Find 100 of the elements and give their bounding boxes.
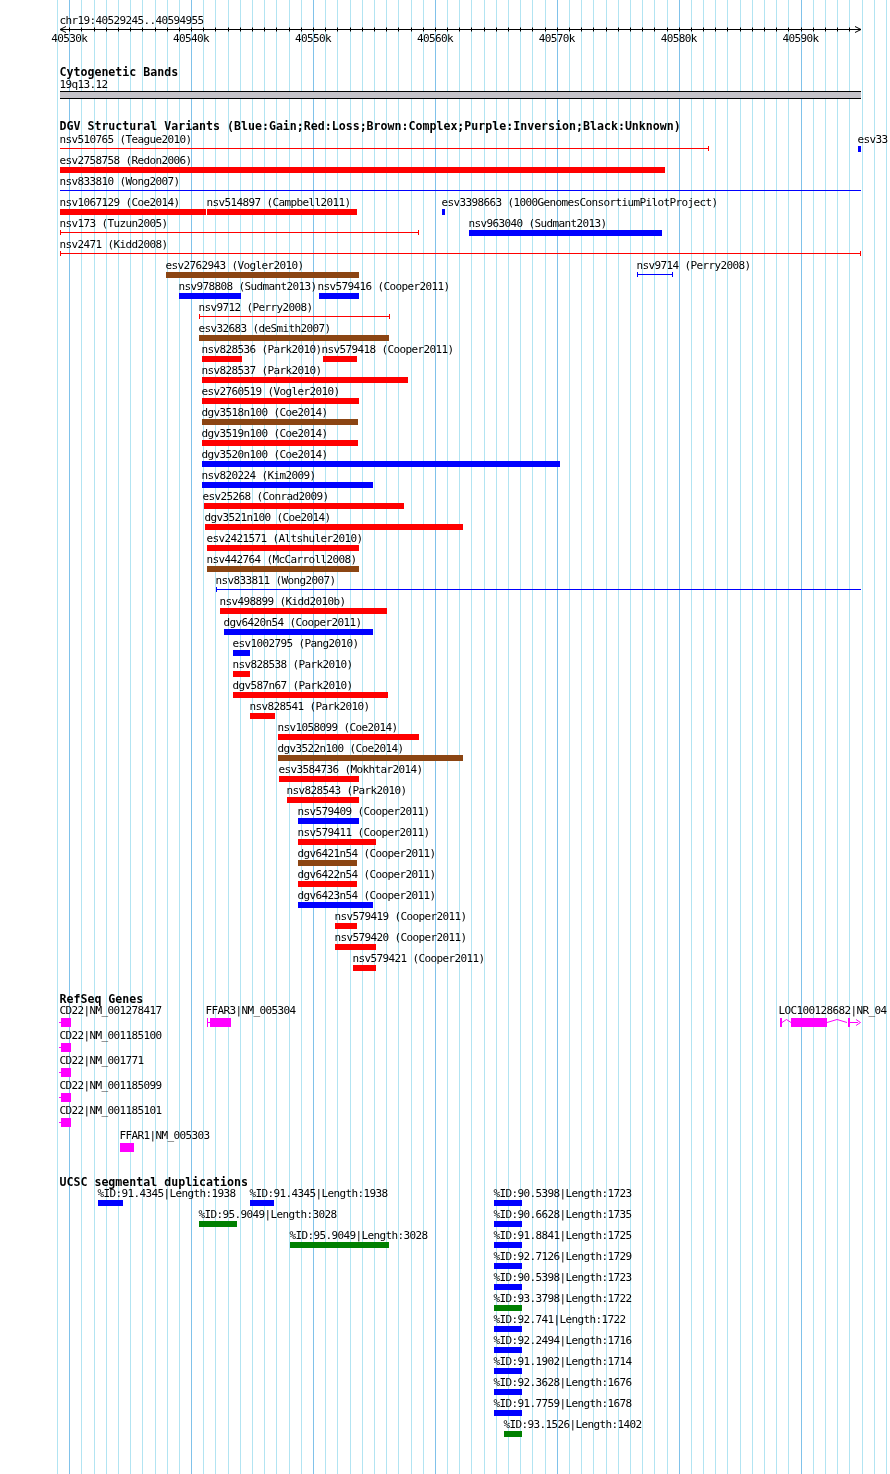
duplication-bar[interactable] — [494, 1284, 522, 1291]
variant-bar[interactable] — [353, 965, 376, 972]
variant-bar[interactable] — [233, 650, 250, 657]
duplication-label: %ID:90.5398|Length:1723 — [493, 1188, 632, 1201]
variant-bar[interactable] — [442, 209, 445, 216]
variant-bar[interactable] — [233, 671, 250, 678]
variant-bar[interactable] — [202, 419, 358, 426]
duplication-bar[interactable] — [494, 1200, 522, 1207]
variant-bar[interactable] — [335, 944, 376, 951]
variant-bar[interactable] — [202, 398, 359, 405]
variant-label: nsv833810 (Wong2007) — [59, 176, 180, 189]
variant-label: nsv963040 (Sudmant2013) — [468, 218, 607, 231]
duplication-bar[interactable] — [494, 1221, 522, 1228]
variant-label: dgv6423n54 (Cooper2011) — [297, 890, 436, 903]
duplication-bar[interactable] — [494, 1263, 522, 1270]
duplication-bar[interactable] — [494, 1242, 522, 1249]
chromosome-band[interactable] — [60, 91, 861, 99]
gene-model[interactable] — [59, 1018, 71, 1027]
ruler-tick-label: 40550k — [295, 32, 331, 45]
variant-bar[interactable] — [202, 440, 358, 447]
gene-label: CD22|NM_001278417 — [59, 1005, 162, 1018]
duplication-label: %ID:91.4345|Length:1938 — [249, 1188, 388, 1201]
variant-bar[interactable] — [233, 692, 388, 699]
variant-bar[interactable] — [166, 272, 359, 279]
position-label: chr19:40529245..40594955 — [59, 13, 204, 27]
variant-bar[interactable] — [298, 839, 376, 846]
variant-label: nsv828536 (Park2010) — [201, 344, 322, 357]
variant-bar[interactable] — [60, 167, 665, 174]
gene-label: LOC100128682|NR_04 — [778, 1005, 887, 1018]
variant-bar[interactable] — [298, 881, 357, 888]
variant-bar[interactable] — [204, 503, 404, 510]
gene-model[interactable] — [207, 1018, 231, 1027]
variant-label: dgv6422n54 (Cooper2011) — [297, 869, 436, 882]
variant-bar[interactable] — [250, 713, 275, 720]
variant-label: nsv579411 (Cooper2011) — [297, 827, 430, 840]
variant-label: nsv820224 (Kim2009) — [201, 470, 316, 483]
variant-bar[interactable] — [278, 755, 463, 762]
variant-bar[interactable] — [202, 356, 242, 363]
variant-label: esv33 — [857, 134, 888, 147]
duplication-bar[interactable] — [504, 1431, 522, 1438]
variant-bar[interactable] — [858, 146, 861, 153]
variant-label: dgv3522n100 (Coe2014) — [277, 743, 404, 756]
variant-bar[interactable] — [278, 734, 419, 741]
variant-bar[interactable] — [202, 377, 408, 384]
variant-label: nsv978808 (Sudmant2013) — [178, 281, 317, 294]
gene-label: CD22|NM_001185100 — [59, 1030, 162, 1043]
variant-label: nsv173 (Tuzun2005) — [59, 218, 168, 231]
variant-bar[interactable] — [202, 461, 560, 468]
variant-bar[interactable] — [205, 524, 463, 531]
duplication-label: %ID:95.9049|Length:3028 — [198, 1209, 337, 1222]
gene-model[interactable] — [780, 1018, 861, 1027]
duplication-bar[interactable] — [98, 1200, 123, 1207]
variant-bar[interactable] — [335, 923, 357, 930]
gene-model[interactable] — [59, 1043, 71, 1052]
variant-bar[interactable] — [199, 335, 389, 342]
gene-model[interactable] — [59, 1068, 71, 1077]
variant-bar[interactable] — [60, 209, 206, 216]
variant-bar[interactable] — [207, 209, 357, 216]
variant-label: nsv579419 (Cooper2011) — [334, 911, 467, 924]
variant-bar[interactable] — [224, 629, 373, 636]
variant-label: nsv828541 (Park2010) — [249, 701, 370, 714]
duplication-bar[interactable] — [250, 1200, 274, 1207]
duplication-label: %ID:93.3798|Length:1722 — [493, 1293, 632, 1306]
gene-model[interactable] — [59, 1093, 71, 1102]
variant-bar[interactable] — [469, 230, 662, 237]
variant-label: nsv828543 (Park2010) — [286, 785, 407, 798]
duplication-label: %ID:91.1902|Length:1714 — [493, 1356, 632, 1369]
duplication-bar[interactable] — [494, 1347, 522, 1354]
duplication-label: %ID:90.5398|Length:1723 — [493, 1272, 632, 1285]
variant-label: nsv833811 (Wong2007) — [215, 575, 336, 588]
variant-label: esv3584736 (Mokhtar2014) — [278, 764, 423, 777]
variant-bar[interactable] — [207, 566, 359, 573]
variant-bar[interactable] — [202, 482, 373, 489]
variant-bar[interactable] — [323, 356, 357, 363]
variant-bar[interactable] — [298, 860, 357, 867]
variant-bar[interactable] — [298, 902, 373, 909]
variant-bar[interactable] — [319, 293, 359, 300]
duplication-bar[interactable] — [290, 1242, 389, 1249]
duplication-bar[interactable] — [494, 1368, 522, 1375]
variant-label: esv2758758 (Redon2006) — [59, 155, 192, 168]
variant-bar[interactable] — [207, 545, 359, 552]
track-title: DGV Structural Variants (Blue:Gain;Red:Loss;Brown:Complex;Purple:Inversion;Black:Unknown) — [59, 118, 681, 133]
duplication-bar[interactable] — [494, 1389, 522, 1396]
variant-label: nsv442764 (McCarroll2008) — [206, 554, 357, 567]
variant-bar[interactable] — [287, 797, 359, 804]
duplication-bar[interactable] — [494, 1305, 522, 1312]
variant-label: dgv6420n54 (Cooper2011) — [223, 617, 362, 630]
variant-label: nsv579409 (Cooper2011) — [297, 806, 430, 819]
variant-bar[interactable] — [179, 293, 241, 300]
variant-bar[interactable] — [298, 818, 359, 825]
variant-bar[interactable] — [279, 776, 359, 783]
track-title: Cytogenetic Bands — [59, 65, 179, 79]
duplication-bar[interactable] — [494, 1410, 522, 1417]
variant-label: nsv828538 (Park2010) — [232, 659, 353, 672]
duplication-bar[interactable] — [199, 1221, 237, 1228]
variant-bar[interactable] — [220, 608, 387, 615]
variant-label: dgv3520n100 (Coe2014) — [201, 449, 328, 462]
track-title: RefSeq Genes — [59, 992, 144, 1007]
duplication-bar[interactable] — [494, 1326, 522, 1333]
gene-model[interactable] — [59, 1118, 71, 1127]
